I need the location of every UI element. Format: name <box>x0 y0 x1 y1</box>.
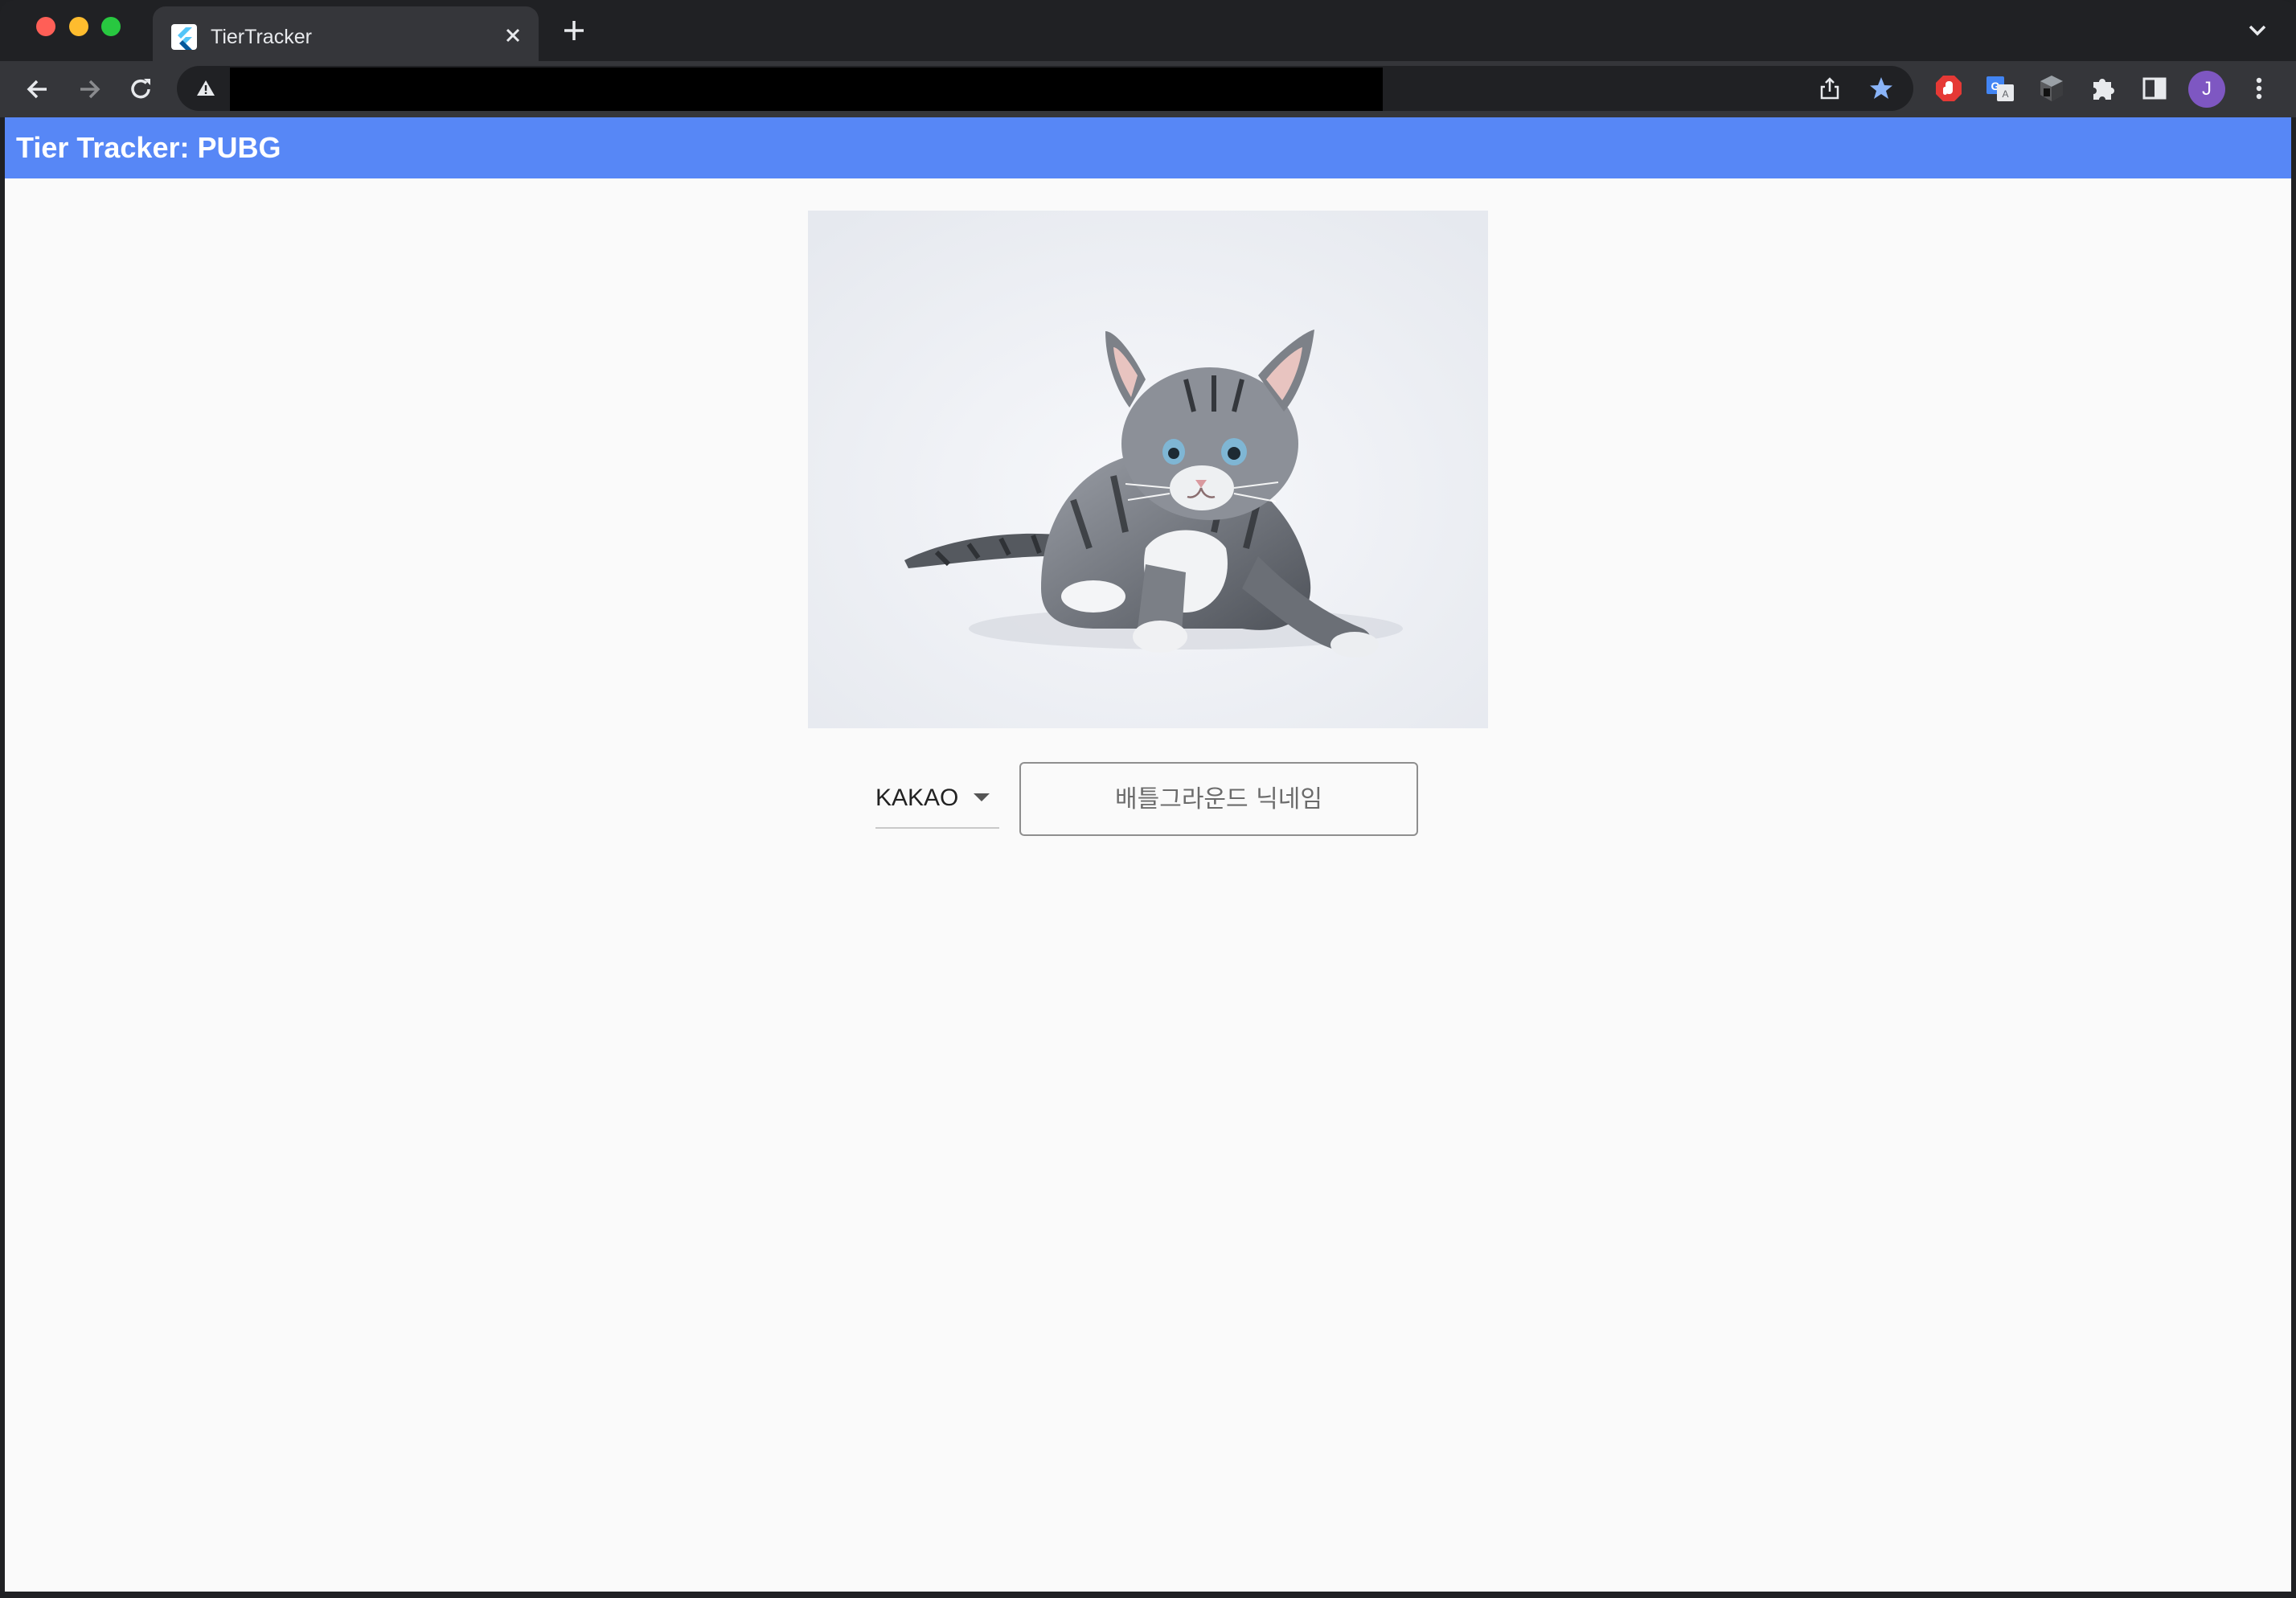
close-icon[interactable] <box>498 21 527 50</box>
cube-extension-icon[interactable] <box>2036 72 2068 104</box>
avatar[interactable]: J <box>2188 71 2225 108</box>
tab-tiertracker[interactable]: TierTracker <box>153 6 539 61</box>
arrow-left-icon[interactable] <box>19 71 56 108</box>
warning-icon[interactable] <box>195 77 217 100</box>
page-viewport: Tier Tracker: PUBG KAKAO 배틀그라운드 닉네임 <box>5 117 2291 1592</box>
translate-icon[interactable]: G A <box>1984 72 2016 104</box>
dropdown-arrow-icon[interactable] <box>974 793 990 801</box>
reload-icon[interactable] <box>122 71 159 108</box>
browser-toolbar: G A J <box>0 61 2296 117</box>
kebab-menu-icon[interactable] <box>2245 72 2273 104</box>
kitten-image <box>808 211 1488 728</box>
star-icon[interactable] <box>1868 76 1894 101</box>
chevron-down-icon[interactable] <box>2243 16 2272 45</box>
url-text-redacted[interactable] <box>230 68 1383 111</box>
browser-window: TierTracker G A J Tier Tracker: PUBG KAK… <box>0 0 2296 1598</box>
app-bar: Tier Tracker: PUBG <box>5 117 2291 178</box>
tab-title: TierTracker <box>211 26 312 48</box>
minimize-window-button[interactable] <box>69 17 88 36</box>
flutter-favicon-icon <box>171 24 197 50</box>
nickname-input[interactable] <box>1019 762 1418 836</box>
maximize-window-button[interactable] <box>101 17 121 36</box>
puzzle-icon[interactable] <box>2087 72 2119 104</box>
page-title: Tier Tracker: PUBG <box>16 131 281 164</box>
close-window-button[interactable] <box>36 17 55 36</box>
plus-icon[interactable] <box>558 14 590 47</box>
svg-text:A: A <box>2002 88 2008 100</box>
address-bar[interactable] <box>177 66 1913 111</box>
share-icon[interactable] <box>1817 76 1843 101</box>
platform-dropdown-value: KAKAO <box>875 785 959 811</box>
adblock-icon[interactable] <box>1933 72 1965 104</box>
tab-strip: TierTracker <box>0 0 2296 61</box>
arrow-right-icon[interactable] <box>71 71 108 108</box>
platform-dropdown[interactable]: KAKAO <box>875 771 999 829</box>
side-panel-icon[interactable] <box>2138 72 2171 104</box>
